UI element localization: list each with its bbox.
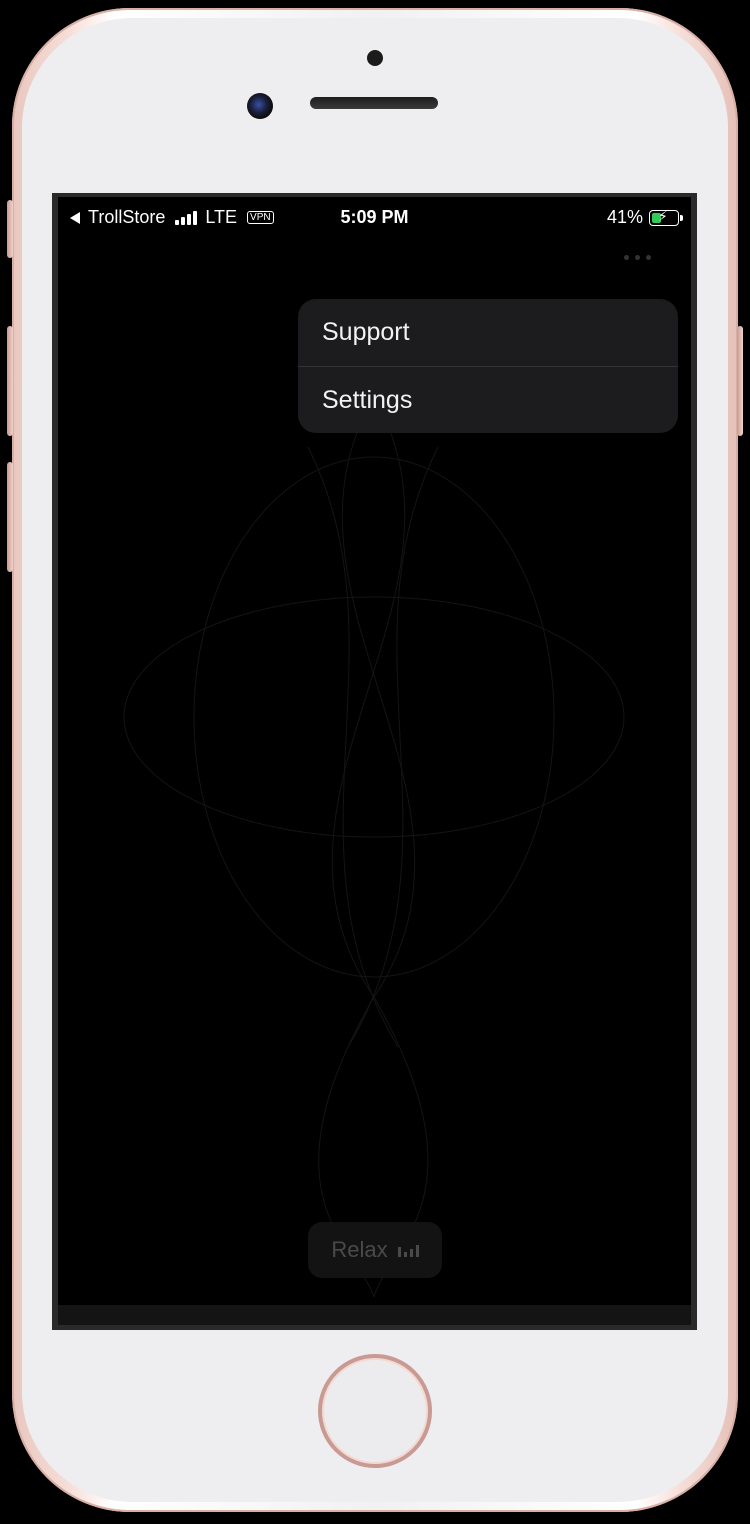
volume-up-button [7, 326, 13, 436]
status-time: 5:09 PM [340, 207, 409, 227]
battery-indicator: 41% ⚡ [606, 207, 683, 228]
battery-icon: ⚡ [649, 207, 683, 226]
battery-percent: 41% [606, 207, 643, 227]
volume-down-button [7, 462, 13, 572]
charging-bolt-icon: ⚡ [658, 207, 668, 224]
status-bar: TrollStore LTE VPN 5:09 PM 41% ⚡ [58, 197, 691, 237]
equalizer-icon [397, 1243, 419, 1257]
relax-label: Relax [331, 1237, 388, 1262]
earpiece-speaker [310, 97, 438, 109]
options-menu: Support Settings [298, 299, 678, 433]
more-options-icon[interactable] [624, 255, 651, 260]
menu-item-settings[interactable]: Settings [298, 367, 678, 433]
screen-bottom-strip [58, 1305, 691, 1325]
relax-button[interactable]: Relax [308, 1222, 442, 1278]
battery-cap [680, 214, 683, 221]
power-button [737, 326, 743, 436]
app-screen: TrollStore LTE VPN 5:09 PM 41% ⚡ Support [58, 197, 691, 1305]
home-button[interactable] [318, 1354, 432, 1468]
front-camera [247, 93, 273, 119]
mute-switch [7, 200, 13, 258]
proximity-sensor [367, 50, 383, 66]
menu-item-support[interactable]: Support [298, 299, 678, 366]
